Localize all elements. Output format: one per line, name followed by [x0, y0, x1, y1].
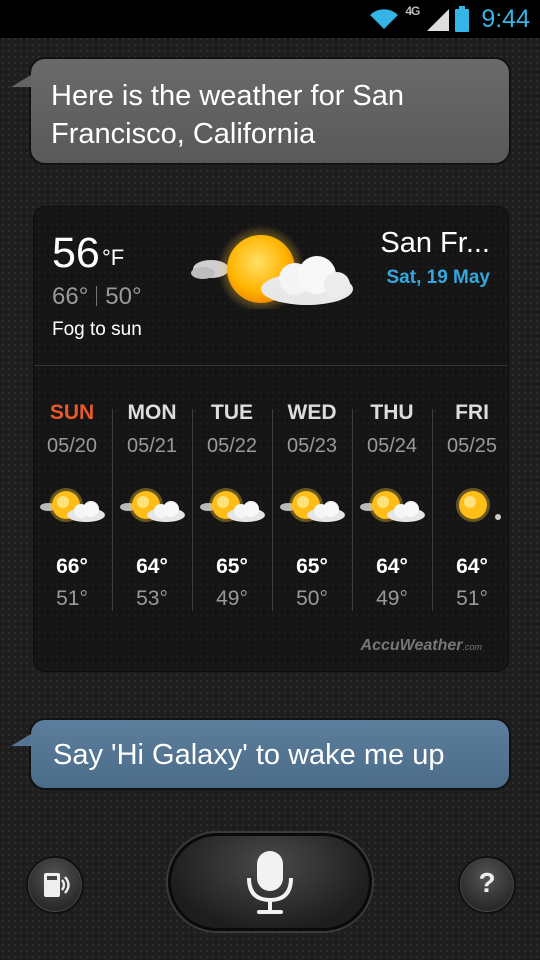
help-button[interactable]: ? — [458, 856, 516, 914]
forecast-day-name: TUE — [211, 401, 253, 424]
signal-icon — [427, 9, 450, 31]
network-type-label: 4G — [405, 4, 420, 18]
battery-icon — [455, 6, 470, 32]
sun-cloud-icon — [280, 488, 345, 522]
forecast-day: SUN 05/20 66° 51° — [32, 395, 112, 615]
forecast-day-name: SUN — [49, 401, 95, 424]
today-high: 66° — [52, 283, 89, 310]
assistant-response-bubble: Here is the weather for San Francisco, C… — [11, 57, 511, 165]
city-name: San Fr... — [380, 227, 490, 259]
forecast-day-name: WED — [287, 401, 337, 424]
today-low: 50° — [105, 283, 142, 310]
sun-cloud-icon — [40, 488, 105, 522]
sun-cloud-icon — [200, 488, 265, 522]
forecast-date: 05/20 — [46, 435, 98, 457]
forecast-day: THU 05/24 64° 49° — [352, 395, 432, 615]
microphone-icon — [247, 851, 293, 914]
forecast-low: 49° — [216, 587, 248, 610]
forecast-divider — [352, 409, 353, 611]
forecast-high: 64° — [136, 555, 168, 578]
clock: 9:44 — [481, 4, 530, 33]
forecast-day-name: THU — [370, 401, 414, 424]
forecast-divider — [112, 409, 113, 611]
forecast-high: 66° — [56, 555, 88, 578]
wifi-icon — [370, 9, 399, 30]
forecast-high: 64° — [456, 555, 488, 578]
current-date: Sat, 19 May — [386, 267, 491, 288]
forecast-low: 53° — [136, 587, 168, 610]
forecast-date: 05/21 — [126, 435, 178, 457]
forecast-high: 65° — [296, 555, 328, 578]
current-temperature: 56 — [52, 229, 100, 277]
card-divider — [34, 365, 508, 366]
forecast-day: TUE 05/22 65° 49° — [192, 395, 272, 615]
forecast-high: 64° — [376, 555, 408, 578]
sun-cloud-icon — [191, 225, 353, 309]
forecast-date: 05/25 — [446, 435, 498, 457]
forecast-divider — [432, 409, 433, 611]
forecast-day: MON 05/21 64° 53° — [112, 395, 192, 615]
forecast-date: 05/23 — [286, 435, 338, 457]
forecast-date: 05/22 — [206, 435, 258, 457]
forecast-low: 51° — [56, 587, 88, 610]
forecast-day-name: MON — [127, 401, 177, 424]
forecast-day: WED 05/23 65° 50° — [272, 395, 352, 615]
today-high-low: 66° 50° — [52, 283, 142, 311]
forecast-low: 50° — [296, 587, 328, 610]
forecast-divider — [272, 409, 273, 611]
forecast-high: 65° — [216, 555, 248, 578]
microphone-button[interactable] — [168, 833, 372, 931]
provider-logo: AccuWeather.com — [360, 637, 482, 654]
forecast-row: SUN 05/20 66° 51° MON 05/21 64° 53° TUE 05/22 65° 4… — [34, 395, 510, 615]
forecast-low: 51° — [456, 587, 488, 610]
help-icon: ? — [478, 867, 496, 898]
current-condition: Fog to sun — [52, 319, 142, 340]
status-bar: 4G 9:44 — [0, 0, 540, 38]
wake-hint-text: Say 'Hi Galaxy' to wake me up — [53, 739, 445, 771]
sun-icon — [456, 488, 501, 522]
assistant-response-text: Here is the weather for San Francisco, C… — [51, 80, 405, 150]
speaker-phone-icon — [44, 873, 70, 897]
forecast-day: FRI 05/25 64° 51° — [432, 395, 512, 615]
voice-output-button[interactable] — [26, 856, 84, 914]
forecast-divider — [192, 409, 193, 611]
forecast-day-name: FRI — [455, 401, 489, 424]
forecast-low: 49° — [376, 587, 408, 610]
sun-cloud-icon — [360, 488, 425, 522]
weather-card[interactable]: 56 °F 66° 50° Fog to sun San Fr... Sat, 1… — [33, 206, 509, 672]
forecast-date: 05/24 — [366, 435, 418, 457]
sun-cloud-icon — [120, 488, 185, 522]
temperature-unit: °F — [102, 245, 125, 270]
wake-hint-bubble: Say 'Hi Galaxy' to wake me up — [11, 718, 511, 790]
